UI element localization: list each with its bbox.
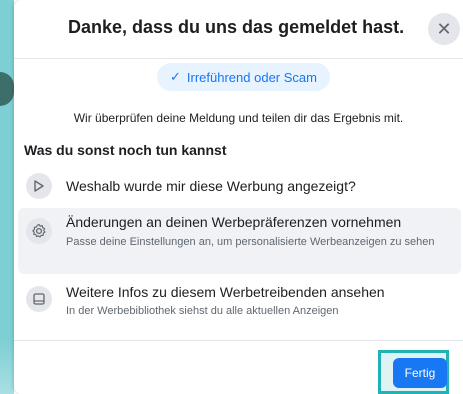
report-reason-label: Irreführend oder Scam [186,69,317,85]
option-title: Weshalb wurde mir diese Werbung angezeig… [66,178,356,194]
close-icon: ✕ [436,19,452,39]
option-title: Änderungen an deinen Werbepräferenzen vo… [66,214,402,230]
dialog-header: Danke, dass du uns das gemeldet hast. ✕ [14,0,463,59]
dialog-title: Danke, dass du uns das gemeldet hast. [68,17,405,37]
done-button[interactable]: Fertig [393,358,447,388]
background-left [0,0,14,394]
option-title: Weitere Infos zu diesem Werbetreibenden … [66,284,385,300]
report-dialog: Danke, dass du uns das gemeldet hast. ✕ … [14,0,463,394]
review-info-text: Wir überprüfen deine Meldung und teilen … [73,111,404,125]
close-button[interactable]: ✕ [428,13,460,45]
section-title: Was du sonst noch tun kannst [24,142,227,158]
option-subtitle: In der Werbebibliothek siehst du alle ak… [66,305,339,317]
footer-divider [14,340,463,341]
ad-library-icon [26,286,52,312]
gear-icon [26,218,52,244]
report-reason-chip: ✓ Irreführend oder Scam [157,63,330,91]
option-subtitle: Passe deine Einstellungen an, um persona… [66,236,435,248]
option-why-this-ad[interactable]: Weshalb wurde mir diese Werbung angezeig… [18,170,461,202]
option-advertiser-info[interactable]: Weitere Infos zu diesem Werbetreibenden … [18,282,461,322]
option-ad-preferences[interactable]: Änderungen an deinen Werbepräferenzen vo… [18,208,461,274]
play-triangle-icon [26,173,52,199]
check-icon: ✓ [170,69,181,84]
background-shape-bottom [0,340,14,394]
